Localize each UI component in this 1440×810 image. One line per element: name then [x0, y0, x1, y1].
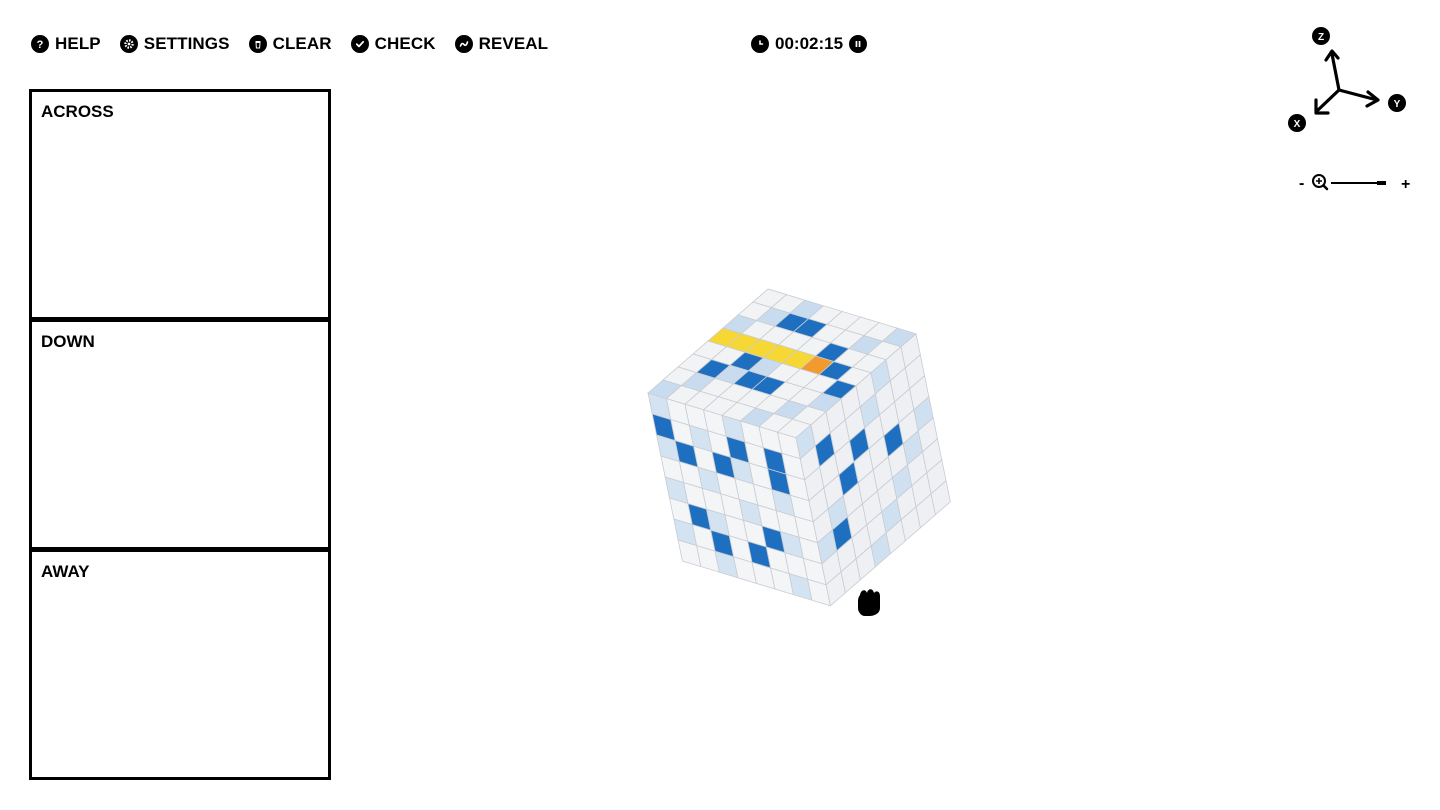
zoom-plus[interactable]: + — [1401, 176, 1410, 193]
help-button[interactable]: ? HELP — [31, 34, 101, 54]
zoom-handle[interactable] — [1377, 181, 1386, 185]
zoom-minus[interactable]: - — [1299, 175, 1304, 192]
down-title: DOWN — [41, 332, 95, 351]
away-title: AWAY — [41, 562, 90, 581]
pause-icon[interactable] — [849, 35, 868, 53]
grab-cursor-icon — [858, 589, 880, 616]
timer: 00:02:15 — [751, 34, 868, 54]
checkmark-icon — [350, 35, 369, 53]
help-label: HELP — [55, 34, 101, 53]
y-axis-label: Y — [1394, 99, 1401, 110]
svg-text:?: ? — [37, 39, 44, 50]
across-clues-panel: ACROSS — [29, 89, 331, 320]
toolbar: ? HELP SETTINGS CLEAR CHECK REVEAL — [31, 34, 548, 54]
across-title: ACROSS — [41, 102, 114, 121]
zoom-in-icon — [1312, 174, 1329, 191]
axis-gizmo[interactable]: Z Y X — [1282, 24, 1412, 134]
clear-button[interactable]: CLEAR — [248, 34, 332, 54]
zoom-control[interactable]: - + — [1297, 172, 1412, 194]
settings-button[interactable]: SETTINGS — [119, 34, 230, 54]
gear-icon — [119, 35, 138, 53]
reveal-button[interactable]: REVEAL — [454, 34, 549, 54]
puzzle-cube[interactable] — [640, 265, 990, 625]
check-label: CHECK — [374, 34, 436, 53]
settings-label: SETTINGS — [143, 34, 230, 53]
x-axis-arrow — [1316, 88, 1341, 112]
down-clues-panel: DOWN — [29, 319, 331, 550]
clear-label: CLEAR — [272, 34, 332, 53]
trash-icon — [248, 35, 267, 53]
reveal-label: REVEAL — [478, 34, 549, 53]
z-axis-label: Z — [1318, 32, 1324, 43]
reveal-icon — [454, 35, 473, 53]
x-axis-label: X — [1294, 119, 1301, 130]
away-clues-panel: AWAY — [29, 549, 331, 780]
clock-icon — [751, 35, 769, 53]
timer-value: 00:02:15 — [775, 34, 844, 53]
help-icon: ? — [31, 35, 49, 53]
check-button[interactable]: CHECK — [350, 34, 436, 54]
